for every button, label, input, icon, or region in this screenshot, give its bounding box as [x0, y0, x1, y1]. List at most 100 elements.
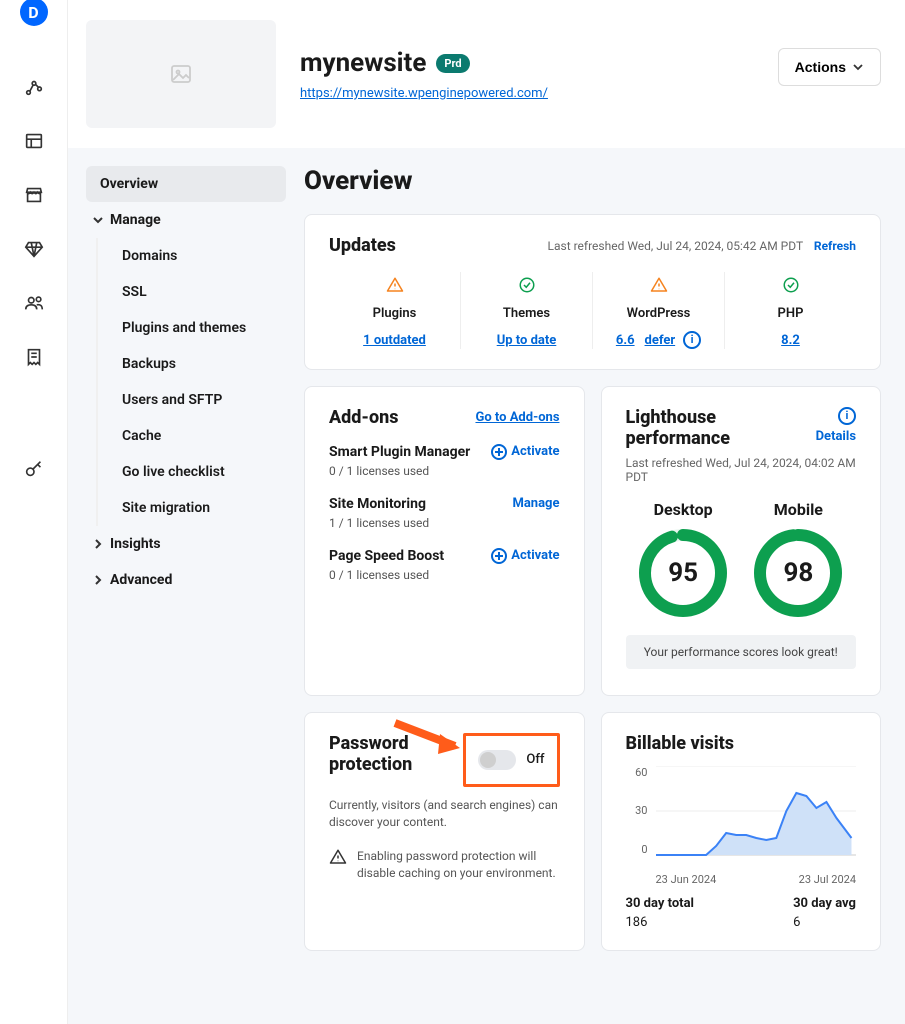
sidebar-item-domains[interactable]: Domains — [96, 238, 286, 274]
sidebar-item-users-sftp[interactable]: Users and SFTP — [96, 382, 286, 418]
receipt-icon[interactable] — [23, 346, 45, 372]
addon-row: Page Speed Boost Activate 0 / 1 licenses… — [329, 548, 560, 582]
left-rail: D — [0, 0, 68, 1024]
updates-refreshed: Last refreshed Wed, Jul 24, 2024, 05:42 … — [548, 239, 803, 253]
password-desc: Currently, visitors (and search engines)… — [329, 797, 560, 831]
warning-icon — [650, 276, 668, 294]
site-header: mynewsite Prd https://mynewsite.wpengine… — [68, 0, 905, 148]
addon-name: Site Monitoring — [329, 496, 426, 512]
update-col-wordpress: WordPress 6.6 defer i — [593, 272, 725, 349]
lighthouse-title: Lighthouse performance — [626, 407, 816, 450]
update-defer-link[interactable]: defer — [645, 333, 676, 348]
sidebar-item-golive[interactable]: Go live checklist — [96, 454, 286, 490]
sidebar-item-plugins[interactable]: Plugins and themes — [96, 310, 286, 346]
sidebar-label: Manage — [110, 212, 161, 228]
update-value-link[interactable]: 6.6 — [616, 333, 635, 348]
warning-icon — [386, 276, 404, 294]
users-icon[interactable] — [23, 292, 45, 318]
env-badge: Prd — [436, 54, 469, 73]
info-icon[interactable]: i — [838, 407, 856, 425]
x-tick: 23 Jun 2024 — [656, 873, 717, 886]
visits-total-value: 186 — [626, 915, 694, 930]
addon-name: Smart Plugin Manager — [329, 444, 470, 460]
update-value-link[interactable]: 1 outdated — [363, 333, 426, 348]
store-icon[interactable] — [23, 184, 45, 210]
site-title: mynewsite — [300, 48, 426, 78]
visits-total-label: 30 day total — [626, 896, 694, 911]
manage-button[interactable]: Manage — [512, 496, 559, 511]
sidebar-label: Insights — [110, 536, 161, 552]
addon-row: Site Monitoring Manage 1 / 1 licenses us… — [329, 496, 560, 530]
sidebar-label: Advanced — [110, 572, 172, 588]
password-card: Password protection Off Currently, visit… — [304, 712, 585, 951]
y-tick: 30 — [626, 804, 648, 817]
arrow-annotation-icon — [390, 718, 470, 758]
warning-icon — [329, 848, 347, 866]
update-value-link[interactable]: 8.2 — [781, 333, 800, 348]
addon-row: Smart Plugin Manager Activate 0 / 1 lice… — [329, 444, 560, 478]
addons-link[interactable]: Go to Add-ons — [475, 410, 559, 425]
check-circle-icon — [782, 276, 800, 294]
update-value-link[interactable]: Up to date — [497, 333, 557, 348]
addons-title: Add-ons — [329, 407, 399, 428]
visits-title: Billable visits — [626, 733, 857, 754]
details-link[interactable]: Details — [816, 429, 856, 444]
gauge-score: 98 — [752, 527, 844, 619]
sidebar-item-backups[interactable]: Backups — [96, 346, 286, 382]
performance-message: Your performance scores look great! — [626, 635, 857, 669]
y-tick: 0 — [626, 843, 648, 856]
logo-icon[interactable]: D — [20, 0, 48, 26]
refresh-link[interactable]: Refresh — [814, 239, 856, 253]
gauge-label: Mobile — [752, 500, 844, 519]
sidebar-item-overview[interactable]: Overview — [86, 166, 286, 202]
sidebar-item-migration[interactable]: Site migration — [96, 490, 286, 526]
activate-button[interactable]: Activate — [491, 444, 559, 460]
visits-avg-label: 30 day avg — [793, 896, 856, 911]
diamond-icon[interactable] — [23, 238, 45, 264]
updates-card: Updates Last refreshed Wed, Jul 24, 2024… — [304, 214, 881, 370]
addon-sub: 0 / 1 licenses used — [329, 464, 560, 478]
site-url-link[interactable]: https://mynewsite.wpenginepowered.com/ — [300, 86, 548, 101]
key-icon[interactable] — [23, 458, 45, 484]
update-label: WordPress — [601, 306, 716, 321]
info-icon[interactable]: i — [683, 331, 701, 349]
password-toggle[interactable] — [478, 750, 516, 770]
gauge-mobile: Mobile 98 — [752, 500, 844, 619]
update-label: Themes — [469, 306, 584, 321]
gauge-score: 95 — [637, 527, 729, 619]
actions-label: Actions — [795, 59, 846, 75]
layout-icon[interactable] — [23, 130, 45, 156]
updates-title: Updates — [329, 235, 396, 256]
visits-avg-value: 6 — [793, 915, 856, 930]
sidebar-item-advanced[interactable]: Advanced — [86, 562, 286, 598]
visits-chart: 60 30 0 — [626, 766, 857, 886]
lighthouse-refreshed: Last refreshed Wed, Jul 24, 2024, 04:02 … — [626, 456, 857, 484]
sidebar-item-cache[interactable]: Cache — [96, 418, 286, 454]
network-icon[interactable] — [23, 76, 45, 102]
chevron-down-icon — [92, 214, 104, 226]
site-thumbnail — [86, 20, 276, 128]
addon-sub: 1 / 1 licenses used — [329, 516, 560, 530]
update-col-themes: Themes Up to date — [461, 272, 593, 349]
y-tick: 60 — [626, 766, 648, 779]
visits-card: Billable visits 60 30 0 — [601, 712, 882, 951]
gauge-desktop: Desktop 95 — [637, 500, 729, 619]
lighthouse-card: Lighthouse performance i Details Last re… — [601, 386, 882, 696]
check-circle-icon — [518, 276, 536, 294]
chevron-down-icon — [852, 61, 864, 73]
chevron-right-icon — [92, 574, 104, 586]
plus-icon — [491, 548, 507, 564]
page-title: Overview — [304, 166, 881, 196]
actions-button[interactable]: Actions — [778, 48, 881, 86]
addon-name: Page Speed Boost — [329, 548, 444, 564]
update-col-plugins: Plugins 1 outdated — [329, 272, 461, 349]
sidebar-item-manage[interactable]: Manage — [86, 202, 286, 238]
addons-card: Add-ons Go to Add-ons Smart Plugin Manag… — [304, 386, 585, 696]
update-label: Plugins — [337, 306, 452, 321]
sidebar-item-insights[interactable]: Insights — [86, 526, 286, 562]
activate-button[interactable]: Activate — [491, 548, 559, 564]
gauge-label: Desktop — [637, 500, 729, 519]
sidebar-item-ssl[interactable]: SSL — [96, 274, 286, 310]
toggle-label: Off — [526, 752, 544, 767]
password-warn: Enabling password protection will disabl… — [357, 848, 560, 882]
